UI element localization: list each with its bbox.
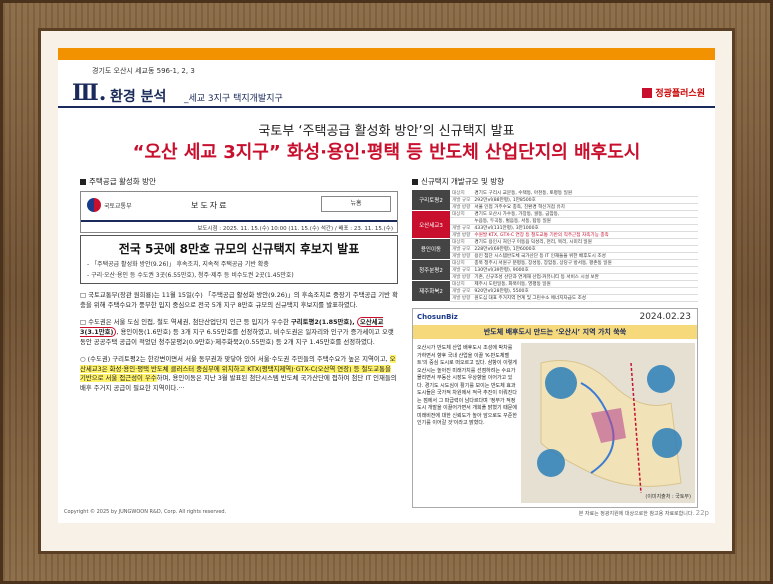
table-row: 오산세교3 대상지 경기도 오산시 가수동, 가장동, 궐동, 금암동, — [412, 210, 698, 239]
table-group-cell: 청주분평2 — [412, 259, 450, 281]
table-label-cell: 대상지 — [450, 259, 473, 267]
table-row: 청주분평2 대상지 충북 청주시 서원구 분평동, 장성동, 장암동, 상당구 방서… — [412, 259, 698, 281]
page-number: 22p — [695, 509, 709, 517]
footer-note: 본 자료는 정광지원에 대상으로한 참고용 자료로합니다. 22p — [578, 509, 709, 517]
table-value-cell: 수원발 KTX, GTX-C 연장 등 철도교통 기반의 직주근접 자족기능 충… — [472, 231, 698, 239]
logo-text: 정광플러스원 — [655, 89, 705, 99]
table-label-cell: 개발 규모 — [450, 224, 473, 232]
table-row: 개발 방향 용인 첨단 시스템반도체 국가산단 등 IT 인재들을 위한 배후도시… — [412, 252, 698, 260]
table-label-cell: 개발 규모 — [450, 266, 473, 274]
table-value-cell: 433만㎡(131만평), 3만1000호 — [472, 224, 698, 232]
table-row: 개발 방향 원도심 대표 주거지역 연계 및 그린수소 에너지자급도 조성 — [412, 294, 698, 302]
press-header: 국토교통부 보도자료 뉴홈 보도시점 : 2025. 11. 15.(수) 10… — [80, 191, 398, 233]
table-value-cell: 충북 청주시 서원구 분평동, 장성동, 장암동, 상당구 방서동, 평촌동 일… — [472, 259, 698, 267]
table-row: 개발 방향 서울 인접 거주수요 충족, 친환경 혁신거점 유치 — [412, 203, 698, 211]
doc-bullet: - 「주택공급 활성화 방안(9.26)」 후속조치, 지속적 주택공급 기반 … — [87, 261, 269, 268]
press-release-document: 주택공급 활성화 방안 국토교통부 보도자료 뉴홈 보도시점 : 2025. 1… — [80, 176, 398, 516]
table-row: 개발 규모 920만㎡(28만평), 5500호 — [412, 287, 698, 295]
section-number: Ⅲ. — [72, 80, 107, 106]
table-label-cell: 대상지 — [450, 238, 473, 246]
table-value-cell: 130만㎡(39만평), 9000호 — [472, 266, 698, 274]
table-value-cell: 원도심 대표 주거지역 연계 및 그린수소 에너지자급도 조성 — [472, 294, 698, 302]
table-value-cell: 기존, 신규조성 산단과 연계해 산업·커뮤니티 등 서비스 시설 보완 — [472, 273, 698, 281]
table-row: 개발 규모 130만㎡(39만평), 9000호 — [412, 266, 698, 274]
table-label-cell: 개발 방향 — [450, 273, 473, 281]
development-table: 구리토평2 대상지 경기도 구리시 교문동, 수택동, 아천동, 토평동 일원 개발 … — [412, 190, 698, 302]
headline-box: 전국 5곳에 8만호 규모의 신규택지 후보지 발표 - 「주택공급 활성화 방… — [80, 235, 398, 284]
table-row: 누읍동, 두곡동, 벌음동, 서동, 탑동 일원 — [412, 217, 698, 225]
table-label-cell: 대상지 — [450, 280, 473, 288]
table-group-cell: 제주화북2 — [412, 280, 450, 302]
table-value-cell: 용인 첨단 시스템반도체 국가산단 등 IT 인재들을 위한 배후도시 조성 — [472, 252, 698, 260]
square-bullet-icon — [80, 178, 86, 185]
slide-headline: “오산 세교 3지구” 화성·용인·평택 등 반도체 산업단지의 배후도시 — [132, 142, 641, 163]
table-label-cell: 개발 규모 — [450, 287, 473, 295]
square-bullet-icon — [412, 178, 418, 185]
table-row: 개발 규모 228만㎡(69만평), 1만6000호 — [412, 245, 698, 253]
slide: 경기도 오산시 세교동 596-1, 2, 3 Ⅲ. 환경 분석 _세교 3지구… — [58, 60, 715, 523]
table-value-cell: 920만㎡(28만평), 5500호 — [472, 287, 698, 295]
press-release-info: 보도시점 : 2025. 11. 15.(수) 10:00 (11. 15.(수… — [81, 220, 397, 234]
table-value-cell: 292만㎡(88만평), 1만8500호 — [472, 196, 698, 204]
table-label-cell: 개발 방향 — [450, 231, 473, 239]
ministry-emblem-icon — [87, 198, 101, 212]
table-group-cell: 용인이동 — [412, 238, 450, 260]
table-label-cell — [450, 217, 473, 225]
news-map: (이미지출처 : 국토부) — [521, 343, 695, 503]
news-brand: ChosunBiz — [417, 313, 458, 321]
section-title: 환경 분석 — [110, 89, 167, 105]
news-date: 2024.02.23 — [639, 312, 691, 322]
slide-footer: Copyright © 2025 by JUNGWOON R&D, Corp. … — [58, 506, 715, 523]
table-group-cell: 구리토평2 — [412, 190, 450, 211]
news-banner: 반도체 배후도시 만드는 ‘오산시’ 지역 가치 쑥쑥 — [413, 325, 697, 339]
map-caption: (이미지출처 : 국토부) — [645, 494, 691, 500]
header-bar: Ⅲ. 환경 분석 _세교 3지구 택지개발지구 정광플러스원 — [58, 78, 715, 108]
top-orange-bar — [58, 48, 715, 60]
doc-paragraph-1: □ 국토교통부(장관 원희룡)는 11월 15일(수) 「주택공급 활성화 방안… — [80, 291, 398, 309]
right-panel: 신규택지 개발규모 및 방향 구리토평2 대상지 경기도 구리시 교문동, 수택동,… — [412, 176, 698, 508]
table-value-cell: 서울 인접 거주수요 충족, 친환경 혁신거점 유치 — [472, 203, 698, 211]
table-group-cell: 오산세교3 — [412, 210, 450, 239]
table-value-cell: 경기도 용인시 처인구 이동읍 덕성리, 천리, 묵리, 시미리 일원 — [472, 238, 698, 246]
table-section-label: 신규택지 개발규모 및 방향 — [412, 176, 698, 187]
table-label-cell: 개발 방향 — [450, 252, 473, 260]
table-row: 개발 방향 기존, 신규조성 산단과 연계해 산업·커뮤니티 등 서비스 시설 보… — [412, 273, 698, 281]
table-row: 제주화북2 대상지 제주시 도련일동, 화북이동, 영평동 일원 — [412, 280, 698, 302]
table-label-cell: 개발 방향 — [450, 294, 473, 302]
doc-section-label: 주택공급 활성화 방안 — [80, 176, 398, 187]
table-label-cell: 개발 규모 — [450, 245, 473, 253]
doc-big-title: 전국 5곳에 8만호 규모의 신규택지 후보지 발표 — [118, 242, 360, 256]
table-row: 개발 방향 수원발 KTX, GTX-C 연장 등 철도교통 기반의 직주근접 자… — [412, 231, 698, 239]
press-stamp: 뉴홈 — [321, 196, 391, 212]
table-row: 개발 규모 292만㎡(88만평), 1만8500호 — [412, 196, 698, 204]
news-clipping: ChosunBiz 2024.02.23 반도체 배후도시 만드는 ‘오산시’ … — [412, 308, 698, 508]
table-label-cell: 대상지 — [450, 210, 473, 218]
section-subtitle: _세교 3지구 택지개발지구 — [184, 94, 283, 104]
doc-paragraph-2: □ 수도권은 서울 도심 인접, 철도 역세권, 첨단산업단지 인근 등 입지가… — [80, 316, 394, 346]
logo-icon — [642, 87, 653, 98]
header-top: 경기도 오산시 세교동 596-1, 2, 3 — [58, 60, 715, 80]
company-logo: 정광플러스원 — [642, 86, 705, 99]
table-value-cell: 누읍동, 두곡동, 벌음동, 서동, 탑동 일원 — [472, 217, 698, 225]
location-text: 경기도 오산시 세교동 596-1, 2, 3 — [92, 67, 195, 75]
doc-paragraph-3: ○ (수도권) 구리토평2는 한강변이면서 서울 동부권과 맞닿아 있어 서울·… — [80, 354, 397, 393]
map-graphic — [521, 343, 695, 503]
table-row: 개발 규모 433만㎡(131만평), 3만1000호 — [412, 224, 698, 232]
table-value-cell: 제주시 도련일동, 화북이동, 영평동 일원 — [472, 280, 698, 288]
table-value-cell: 228만㎡(69만평), 1만6000호 — [472, 245, 698, 253]
table-value-cell: 경기도 오산시 가수동, 가장동, 궐동, 금암동, — [472, 210, 698, 218]
table-label-cell: 개발 방향 — [450, 203, 473, 211]
copyright-text: Copyright © 2025 by JUNGWOON R&D, Corp. … — [64, 509, 227, 515]
table-label-cell: 개발 규모 — [450, 196, 473, 204]
doc-bullet: - 구리·오산·용인 등 수도권 3곳(6.55만호), 청주·제주 등 비수도… — [87, 272, 294, 279]
press-title: 보도자료 — [191, 201, 229, 210]
table-row: 용인이동 대상지 경기도 용인시 처인구 이동읍 덕성리, 천리, 묵리, 시미리 … — [412, 238, 698, 260]
news-body: 오산시가 반도체 산업 배후도시 조성에 박차를 가하면서 향후 국내 산업을 … — [417, 345, 517, 426]
ministry-logo: 국토교통부 — [87, 198, 132, 212]
slide-subtitle: 국토부 ‘주택공급 활성화 방안’의 신규택지 발표 — [258, 124, 515, 139]
